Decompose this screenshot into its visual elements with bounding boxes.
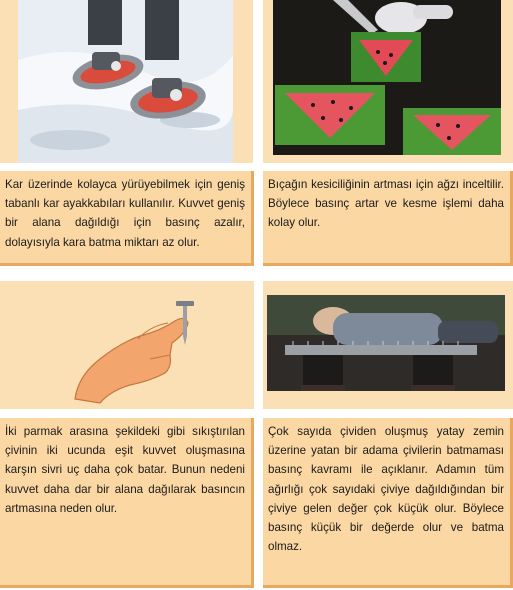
snowshoe-image-panel (0, 0, 253, 163)
nail-caption: İki parmak arasına şekildeki gibi sıkışt… (0, 418, 254, 588)
bed-image-panel (263, 281, 513, 409)
bed-caption: Çok sayıda çividen oluşmuş yatay zemin ü… (263, 418, 513, 588)
cake-caption: Bıçağın kesiciliğinin artması için ağzı … (263, 171, 513, 266)
bed-of-nails-photo (267, 295, 505, 391)
hand-nail-drawing (74, 301, 194, 404)
snowshoe-caption: Kar üzerinde kolayca yürüyebilmek için g… (0, 171, 254, 266)
caption-text: İki parmak arasına şekildeki gibi sıkışt… (5, 425, 245, 515)
snowshoe-photo (18, 0, 233, 163)
watermelon-cake-photo (273, 0, 501, 155)
caption-text: Bıçağın kesiciliğinin artması için ağzı … (268, 178, 504, 230)
cake-image-panel (263, 0, 513, 163)
caption-text: Kar üzerinde kolayca yürüyebilmek için g… (5, 178, 245, 249)
caption-text: Çok sayıda çividen oluşmuş yatay zemin ü… (268, 425, 504, 554)
hand-image-panel (0, 281, 254, 409)
